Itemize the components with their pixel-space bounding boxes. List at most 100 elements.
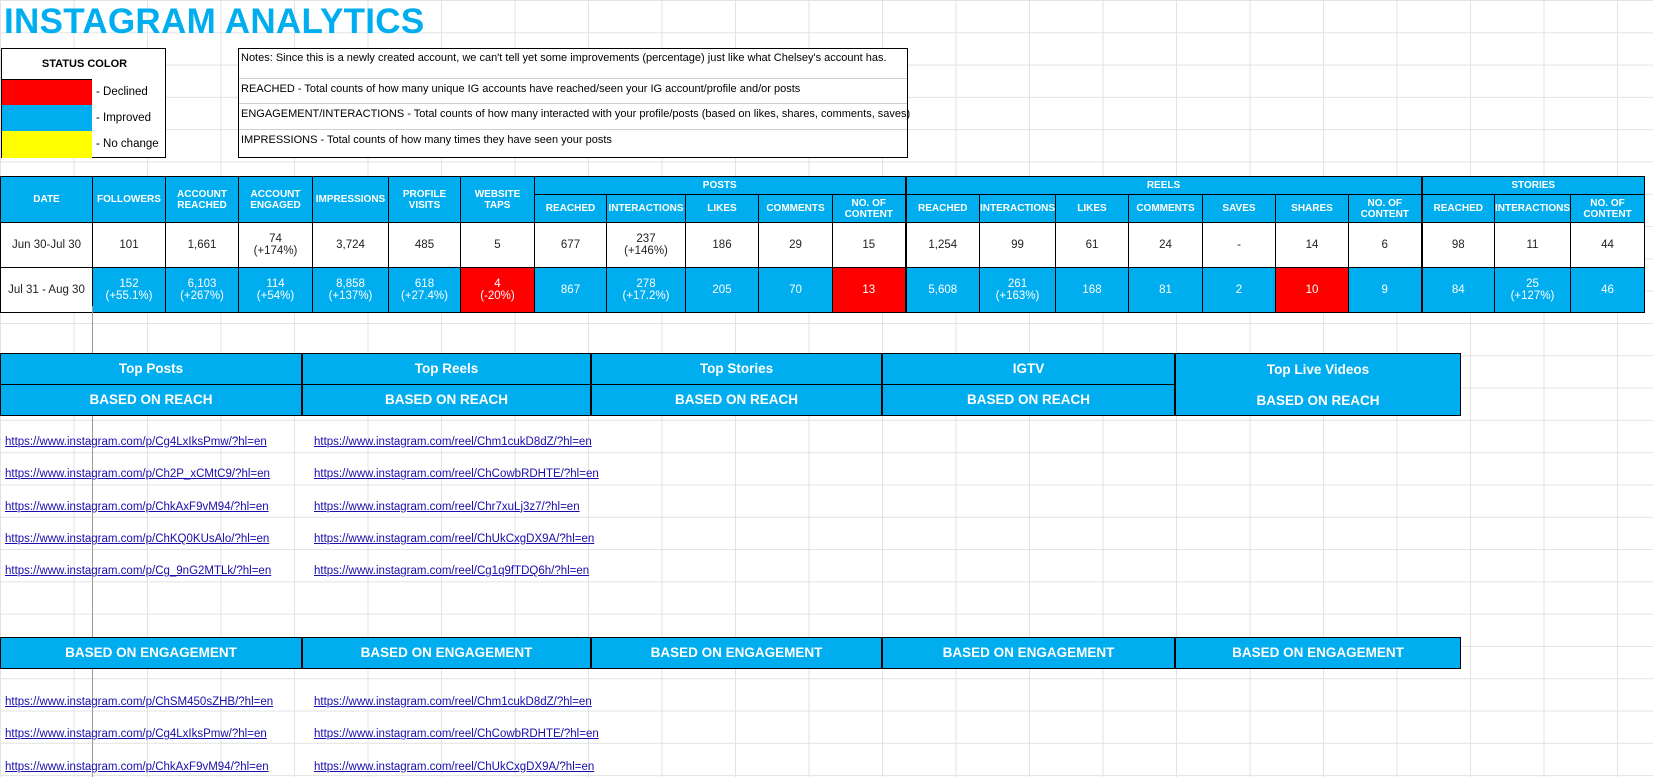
header-posts-likes: LIKES (685, 194, 759, 223)
table-row: Jun 30-Jul 30 101 1,661 74 (+174%) 3,724 485 5… (0, 222, 1645, 268)
cell-value: 261 (1007, 278, 1028, 290)
header-date: DATE (0, 176, 93, 223)
cell-value: 8,858 (336, 278, 365, 290)
top-reel-engagement-link[interactable]: https://www.instagram.com/reel/Chm1cukD8… (314, 696, 592, 708)
top-post-link[interactable]: https://www.instagram.com/p/Cg_9nG2MTLk/… (5, 565, 271, 577)
cell-value: 114 (266, 278, 285, 290)
top-reel-engagement-link[interactable]: https://www.instagram.com/reel/ChUkCxgDX… (314, 761, 594, 773)
table-cell: 46 (1570, 267, 1645, 313)
top-reel-link[interactable]: https://www.instagram.com/reel/Chm1cukD8… (314, 436, 592, 448)
top-live-videos-block: Top Live Videos BASED ON REACH (1175, 353, 1461, 416)
improved-label: - Improved (96, 112, 151, 124)
header-reels-likes: LIKES (1055, 194, 1129, 223)
reached-definition: REACHED - Total counts of how many uniqu… (241, 83, 801, 95)
table-cell: 98 (1420, 222, 1495, 268)
cell-value: 101 (119, 239, 139, 251)
table-cell: 618 (+27.4%) (388, 267, 461, 313)
cell-value: 74 (269, 233, 282, 245)
top-stories-engagement-header: BASED ON ENGAGEMENT (591, 637, 882, 669)
table-cell: 15 (832, 222, 906, 268)
top-live-videos-title: Top Live Videos (1266, 362, 1370, 377)
top-post-link[interactable]: https://www.instagram.com/p/Cg4LxIksPmw/… (5, 436, 267, 448)
cell-value: 98 (1451, 239, 1465, 251)
cell-value: 278 (636, 278, 656, 290)
group-stories: STORIES (1420, 176, 1645, 195)
table-cell: 3,724 (312, 222, 389, 268)
cell-value: 5 (494, 239, 501, 251)
top-post-engagement-link[interactable]: https://www.instagram.com/p/ChkAxF9vM94/… (5, 761, 269, 773)
cell-value: 46 (1601, 284, 1614, 296)
top-reel-engagement-link[interactable]: https://www.instagram.com/reel/ChCowbRDH… (314, 728, 599, 740)
cell-value: - (1237, 239, 1241, 251)
table-cell: 867 (534, 267, 607, 313)
table-cell: 2 (1202, 267, 1276, 313)
table-cell: 1,254 (904, 222, 980, 268)
top-reel-link[interactable]: https://www.instagram.com/reel/Cg1q9fTDQ… (314, 565, 589, 577)
top-reels-engagement-header: BASED ON ENGAGEMENT (302, 637, 591, 669)
cell-value: 44 (1601, 239, 1614, 251)
no-change-swatch (2, 131, 92, 158)
improved-swatch (2, 105, 92, 131)
declined-swatch (2, 79, 92, 106)
cell-change: (+127%) (1510, 290, 1555, 302)
igtv-engagement-header: BASED ON ENGAGEMENT (882, 637, 1175, 669)
table-cell: 4 (-20%) (460, 267, 535, 313)
header-reels-saves: SAVES (1202, 194, 1276, 223)
top-reel-link[interactable]: https://www.instagram.com/reel/ChCowbRDH… (314, 468, 599, 480)
table-cell: 11 (1494, 222, 1571, 268)
header-website-taps: WEBSITE TAPS (460, 176, 535, 223)
top-post-link[interactable]: https://www.instagram.com/p/ChKQ0KUsAlo/… (5, 533, 269, 545)
header-reels-comments: COMMENTS (1128, 194, 1203, 223)
top-post-link[interactable]: https://www.instagram.com/p/Ch2P_xCMtC9/… (5, 468, 270, 480)
group-posts: POSTS (534, 176, 906, 195)
cell-value: 84 (1451, 284, 1465, 296)
table-cell: 81 (1128, 267, 1203, 313)
cell-value: 99 (1011, 239, 1024, 251)
cell-value: 618 (414, 278, 435, 290)
cell-value: 14 (1305, 239, 1319, 251)
date-cell: Jul 31 - Aug 30 (0, 267, 93, 313)
cell-change: (+17.2%) (622, 290, 670, 302)
cell-value: 677 (560, 239, 581, 251)
table-cell: 29 (758, 222, 833, 268)
table-cell: 1,661 (165, 222, 239, 268)
header-reels-interactions: INTERACTIONS (979, 194, 1056, 223)
cell-value: 1,254 (928, 239, 958, 251)
cell-value: 25 (1526, 278, 1539, 290)
table-cell: 114 (+54%) (238, 267, 313, 313)
impressions-definition: IMPRESSIONS - Total counts of how many t… (241, 134, 612, 146)
igtv-reach-header: BASED ON REACH (882, 384, 1175, 416)
cell-value: 205 (712, 284, 732, 296)
top-reel-link[interactable]: https://www.instagram.com/reel/Chr7xuLj3… (314, 501, 580, 513)
table-cell: 5,608 (904, 267, 980, 313)
top-posts-reach-header: BASED ON REACH (0, 384, 302, 416)
engagement-definition: ENGAGEMENT/INTERACTIONS - Total counts o… (241, 108, 911, 120)
table-cell: 6,103 (+267%) (165, 267, 239, 313)
top-post-engagement-link[interactable]: https://www.instagram.com/p/ChSM450sZHB/… (5, 696, 273, 708)
status-color-legend: STATUS COLOR - Declined - Improved - No … (1, 48, 166, 158)
table-cell: 74 (+174%) (238, 222, 313, 268)
table-cell: 10 (1275, 267, 1349, 313)
cell-value: 11 (1526, 239, 1539, 251)
top-post-link[interactable]: https://www.instagram.com/p/ChkAxF9vM94/… (5, 501, 269, 513)
legend-header: STATUS COLOR (41, 58, 128, 70)
cell-value: 152 (119, 278, 139, 290)
cell-value: 485 (414, 239, 435, 251)
table-cell: 237 (+146%) (606, 222, 686, 268)
cell-change: (+27.4%) (401, 290, 448, 302)
cell-value: 29 (789, 239, 802, 251)
table-row: Jul 31 - Aug 30 152 (+55.1%) 6,103 (+267%) 1… (0, 267, 1645, 313)
header-reels-no-of-content: NO. OF CONTENT (1348, 194, 1422, 223)
top-post-engagement-link[interactable]: https://www.instagram.com/p/Cg4LxIksPmw/… (5, 728, 267, 740)
table-cell: 84 (1420, 267, 1495, 313)
group-reels: REELS (904, 176, 1422, 195)
header-account-reached: ACCOUNT REACHED (165, 176, 239, 223)
cell-value: 10 (1305, 284, 1319, 296)
table-cell: 99 (979, 222, 1056, 268)
top-posts-engagement-header: BASED ON ENGAGEMENT (0, 637, 302, 669)
igtv-header: IGTV (882, 353, 1175, 385)
top-reel-link[interactable]: https://www.instagram.com/reel/ChUkCxgDX… (314, 533, 594, 545)
table-cell: 61 (1055, 222, 1129, 268)
analytics-table: DATE FOLLOWERS ACCOUNT REACHED ACCOUNT E… (0, 176, 1645, 313)
cell-value: 70 (789, 284, 802, 296)
